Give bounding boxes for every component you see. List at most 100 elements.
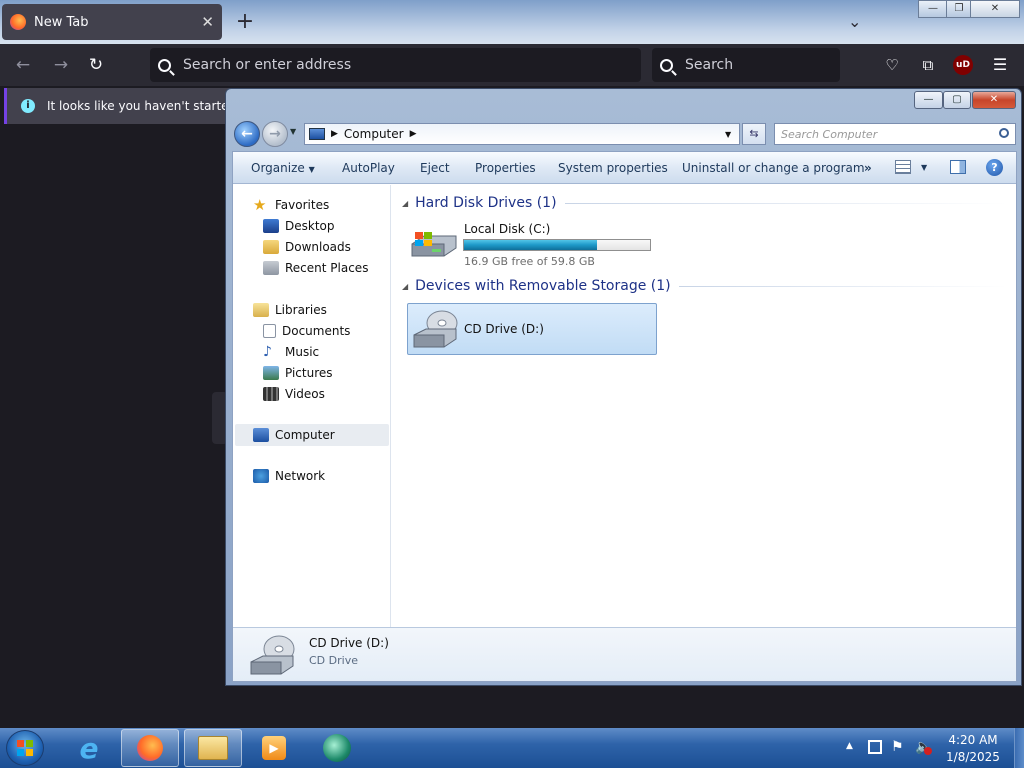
star-icon: ★ [253,196,267,214]
list-all-tabs-chevron-icon[interactable]: ⌄ [848,8,868,36]
eject-button[interactable]: Eject [420,161,450,175]
muted-badge-icon [924,747,932,755]
nav-item-videos[interactable]: Videos [263,384,325,404]
tab-title: New Tab [34,14,89,30]
explorer-window: — ▢ ✕ ← → ▼ ▶ Computer ▶ ▼ ⇆ Search Comp… [225,88,1022,686]
local-disk-drive-icon[interactable] [410,228,458,260]
group-header-hard-disk[interactable]: ◢ Hard Disk Drives (1) [402,195,1007,211]
back-arrow-icon[interactable]: ← [234,121,260,147]
nav-item-recent-places[interactable]: Recent Places [263,258,368,278]
explorer-body: Organize ▼ AutoPlay Eject Properties Sys… [232,151,1017,682]
breadcrumb-arrow-icon[interactable]: ▶ [410,129,417,139]
maximize-button[interactable]: ❐ [946,0,972,18]
recent-pages-chevron-icon[interactable]: ▼ [290,127,296,136]
search-icon [999,128,1009,138]
pictures-icon [263,366,279,380]
notification-area: ▲ ⚑ 🔈 4:20 AM 1/8/2025 [840,728,1024,768]
organize-button[interactable]: Organize ▼ [251,161,315,175]
close-window-button[interactable]: ✕ [970,0,1020,18]
show-desktop-button[interactable] [1014,728,1024,768]
details-item-name: CD Drive (D:) [309,636,389,650]
collapse-triangle-icon[interactable]: ◢ [402,199,408,208]
details-item-type: CD Drive [309,654,358,667]
nav-label: Recent Places [285,261,369,275]
explorer-close-button[interactable]: ✕ [972,91,1016,109]
cd-drive-name: CD Drive (D:) [464,322,544,336]
view-options-chevron-icon[interactable]: ▼ [921,163,927,172]
collapse-triangle-icon[interactable]: ◢ [402,282,408,291]
autoplay-button[interactable]: AutoPlay [342,161,395,175]
command-bar: Organize ▼ AutoPlay Eject Properties Sys… [233,152,1016,184]
ublock-origin-icon[interactable]: uD [953,55,973,75]
local-disk-name[interactable]: Local Disk (C:) [464,222,550,236]
more-commands-button[interactable]: » [864,161,872,175]
firefox-logo-icon [10,14,26,30]
music-note-icon: ♪ [263,344,272,360]
forward-arrow-icon[interactable]: → [262,121,288,147]
close-tab-icon[interactable]: ✕ [201,13,214,31]
action-center-flag-icon[interactable]: ⚑ [891,739,904,755]
show-hidden-icons-icon[interactable]: ▲ [846,741,853,751]
help-icon[interactable]: ? [986,159,1003,176]
nav-item-libraries[interactable]: Libraries [253,300,327,320]
computer-icon [253,428,269,442]
network-tray-icon[interactable] [868,740,882,754]
preview-pane-icon[interactable] [950,160,966,174]
system-properties-button[interactable]: System properties [558,161,668,175]
content-pane: ◢ Hard Disk Drives (1) Local Disk (C:) 1… [392,185,1016,627]
firefox-taskbar-icon[interactable] [121,729,179,767]
cd-drive-item[interactable]: CD Drive (D:) [407,303,657,355]
desktop-icon [263,219,279,233]
nav-item-network[interactable]: Network [253,466,325,486]
nav-item-documents[interactable]: Documents [263,321,350,341]
uninstall-program-button[interactable]: Uninstall or change a program [682,161,865,175]
group-header-label: Devices with Removable Storage (1) [415,278,671,294]
hamburger-menu-icon[interactable]: ☰ [989,54,1011,76]
network-icon [253,469,269,483]
clock-time[interactable]: 4:20 AM [948,733,998,747]
start-button[interactable] [6,730,44,766]
taskbar: e ▶ ▲ ⚑ 🔈 4:20 AM 1/8/2025 [0,728,1024,768]
tab-new-tab[interactable]: New Tab ✕ [2,4,222,40]
url-bar-placeholder: Search or enter address [183,57,352,73]
breadcrumb-arrow-icon[interactable]: ▶ [331,129,338,139]
extensions-puzzle-icon[interactable]: ⧉ [917,54,939,76]
search-bar[interactable]: Search [652,48,840,82]
browser-tab-bar: New Tab ✕ + ⌄ — ❐ ✕ [0,0,1024,44]
info-icon: i [21,99,35,113]
url-bar[interactable]: Search or enter address [150,48,641,82]
nav-item-computer[interactable]: Computer [235,424,389,446]
app-taskbar-icon[interactable] [308,729,366,767]
new-tab-button[interactable]: + [234,8,256,36]
group-header-removable[interactable]: ◢ Devices with Removable Storage (1) [402,278,1007,294]
breadcrumb-computer[interactable]: Computer [344,127,404,141]
pocket-icon[interactable]: ♡ [881,54,903,76]
explorer-maximize-button[interactable]: ▢ [943,91,971,109]
cd-drive-large-icon [249,634,297,676]
cd-drive-icon [412,309,460,348]
windows-explorer-taskbar-icon[interactable] [184,729,242,767]
address-row: ← → ▼ ▶ Computer ▶ ▼ ⇆ Search Computer [232,121,1017,147]
properties-button[interactable]: Properties [475,161,536,175]
change-view-icon[interactable] [895,160,911,174]
minimize-button[interactable]: — [918,0,948,18]
nav-item-pictures[interactable]: Pictures [263,363,333,383]
navigation-pane: ★ Favorites Desktop Downloads Recent Pla… [233,185,391,627]
reload-icon[interactable]: ↻ [85,54,107,76]
refresh-button[interactable]: ⇆ [742,123,766,145]
internet-explorer-taskbar-icon[interactable]: e [60,729,118,767]
clock-date[interactable]: 1/8/2025 [944,750,1002,764]
media-player-taskbar-icon[interactable]: ▶ [245,729,303,767]
nav-item-downloads[interactable]: Downloads [263,237,351,257]
nav-label: Favorites [275,198,330,212]
nav-item-desktop[interactable]: Desktop [263,216,335,236]
downloads-folder-icon [263,240,279,254]
back-arrow-icon[interactable]: ← [12,54,34,76]
explorer-search-input[interactable]: Search Computer [774,123,1016,145]
nav-item-favorites[interactable]: ★ Favorites [253,195,329,215]
address-bar[interactable]: ▶ Computer ▶ ▼ [304,123,740,145]
address-dropdown-chevron-icon[interactable]: ▼ [725,130,731,139]
forward-arrow-icon[interactable]: → [50,54,72,76]
nav-item-music[interactable]: ♪ Music [263,342,319,362]
explorer-minimize-button[interactable]: — [914,91,943,109]
